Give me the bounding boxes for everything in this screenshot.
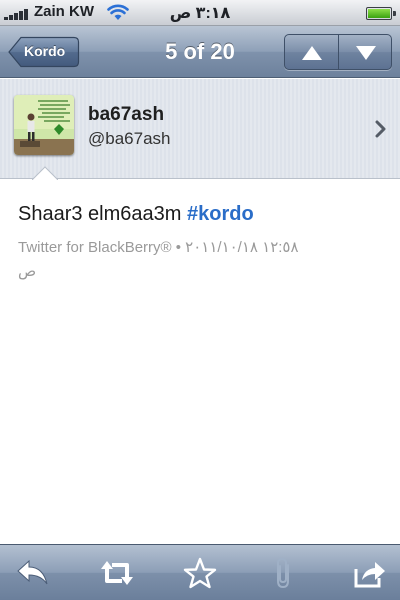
- back-button-label: Kordo: [24, 43, 66, 59]
- reply-icon: [17, 559, 48, 585]
- status-time: ٣:١٨ ص: [169, 5, 231, 22]
- battery-icon: [366, 7, 396, 20]
- tweet-metadata: Twitter for BlackBerry® • ١٢:٥٨ ٢٠١١/١٠/…: [18, 236, 388, 284]
- tweet-time-suffix: ص: [18, 263, 37, 280]
- reply-button[interactable]: [16, 557, 50, 589]
- next-tweet-button[interactable]: [339, 35, 391, 69]
- attachment-icon: [277, 557, 289, 589]
- previous-next-control: [284, 34, 392, 70]
- user-display-name: ba67ash: [88, 104, 165, 125]
- hashtag-link[interactable]: #kordo: [187, 203, 254, 225]
- previous-tweet-button[interactable]: [285, 35, 339, 69]
- chevron-right-icon: [375, 120, 386, 138]
- callout-pointer: [32, 166, 58, 180]
- bottom-toolbar: [0, 544, 400, 600]
- back-button[interactable]: Kordo: [8, 36, 80, 68]
- share-icon: [354, 562, 385, 588]
- nav-title: 5 of 20: [165, 39, 235, 64]
- avatar[interactable]: [14, 95, 74, 155]
- retweet-icon: [101, 561, 133, 585]
- attachment-button[interactable]: [268, 557, 302, 589]
- share-button[interactable]: [353, 557, 387, 589]
- retweet-button[interactable]: [100, 557, 134, 589]
- status-bar: Zain KW ٣:١٨ ص: [0, 0, 400, 26]
- favorite-button[interactable]: [183, 557, 217, 589]
- tweet-body: Shaar3 elm6aa3m: [18, 203, 187, 225]
- tweet-text: Shaar3 elm6aa3m #kordo: [18, 203, 254, 226]
- tweet-source-and-date: Twitter for BlackBerry® • ١٢:٥٨ ٢٠١١/١٠/…: [18, 239, 299, 256]
- arrow-down-icon: [356, 46, 376, 60]
- favorite-star-icon: [183, 557, 217, 589]
- user-profile-row[interactable]: ba67ash @ba67ash: [0, 79, 400, 179]
- user-handle: @ba67ash: [88, 129, 171, 148]
- navigation-bar: Kordo 5 of 20: [0, 26, 400, 78]
- arrow-up-icon: [302, 46, 322, 60]
